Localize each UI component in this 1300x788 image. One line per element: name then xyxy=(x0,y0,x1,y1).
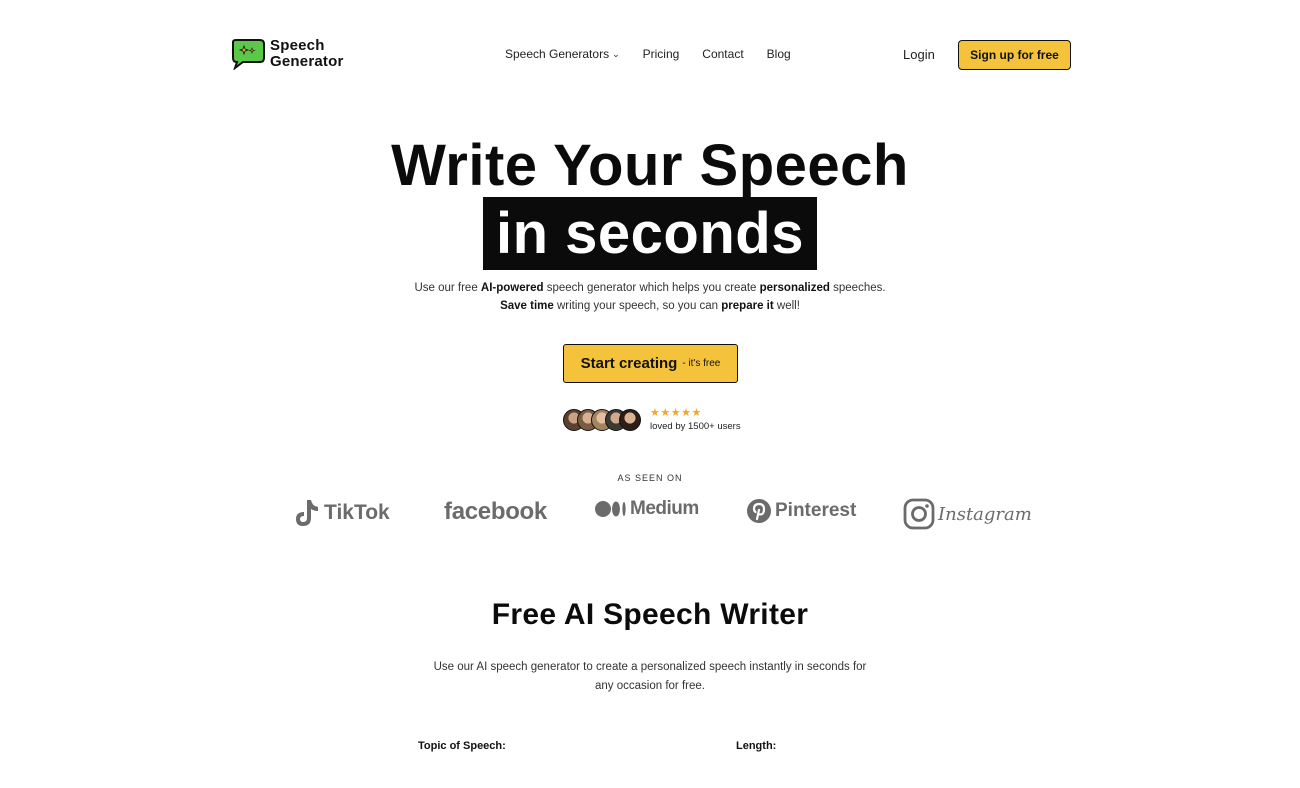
sub1-bold-ai: AI-powered xyxy=(480,282,544,294)
cta-sub-label: - it's free xyxy=(682,358,721,369)
hero-highlight-wrap: in seconds xyxy=(0,197,1300,270)
site-logo[interactable]: Speech Generator xyxy=(229,38,344,70)
login-link[interactable]: Login xyxy=(903,47,935,62)
sub1-bold-personalized: personalized xyxy=(759,282,830,294)
medium-logo: Medium xyxy=(595,498,699,520)
nav-pricing[interactable]: Pricing xyxy=(643,47,680,61)
nav-blog[interactable]: Blog xyxy=(767,47,791,61)
pinterest-logo: Pinterest xyxy=(746,498,856,524)
hero-highlight: in seconds xyxy=(483,197,817,270)
sub2-text-b: writing your speech, so you can xyxy=(553,300,722,312)
length-label: Length: xyxy=(736,740,777,752)
as-seen-on-label: AS SEEN ON xyxy=(617,473,683,483)
facebook-logo: facebook xyxy=(444,498,547,526)
hero-subtitle-line-1: Use our free AI-powered speech generator… xyxy=(0,282,1300,294)
hero-subtitle-line-2: Save time writing your speech, so you ca… xyxy=(0,300,1300,312)
logo-wordmark: Speech Generator xyxy=(270,38,344,70)
tiktok-icon xyxy=(293,498,321,528)
nav-speech-generators-label: Speech Generators xyxy=(505,47,610,61)
user-avatars xyxy=(563,408,641,431)
facebook-wordmark: facebook xyxy=(444,498,547,525)
speech-bubble-logo-icon xyxy=(232,39,265,70)
topic-of-speech-label: Topic of Speech: xyxy=(418,740,506,752)
sub1-text-c: speech generator which helps you create xyxy=(543,282,760,294)
sub1-text-a: Use our free xyxy=(414,282,481,294)
tiktok-logo: TikTok xyxy=(293,498,390,528)
sub2-bold-prepare: prepare it xyxy=(721,300,774,312)
nav-contact[interactable]: Contact xyxy=(702,47,743,61)
main-nav: Speech Generators ⌄ Pricing Contact Blog xyxy=(505,47,814,61)
pinterest-icon xyxy=(746,498,772,524)
tiktok-wordmark: TikTok xyxy=(324,501,390,524)
logo-line-2: Generator xyxy=(270,53,344,70)
section-desc-line-2: any occasion for free. xyxy=(595,680,705,692)
cta-main-label: Start creating xyxy=(580,355,678,372)
sub2-bold-save-time: Save time xyxy=(500,300,554,312)
social-proof: ★★★★★ loved by 1500+ users xyxy=(563,407,741,432)
signup-button[interactable]: Sign up for free xyxy=(958,40,1071,70)
loved-by-text: loved by 1500+ users xyxy=(650,421,741,432)
section-desc-line-1: Use our AI speech generator to create a … xyxy=(433,661,867,673)
instagram-icon xyxy=(903,498,935,530)
chevron-down-icon: ⌄ xyxy=(612,49,620,59)
instagram-logo: Instagram xyxy=(903,498,1032,530)
start-creating-button[interactable]: Start creating - it's free xyxy=(563,344,738,383)
hero-title: Write Your Speech xyxy=(391,133,909,198)
sub2-text-d: well! xyxy=(773,300,800,312)
medium-icon xyxy=(595,499,627,519)
medium-wordmark: Medium xyxy=(630,498,699,519)
rating-block: ★★★★★ loved by 1500+ users xyxy=(650,407,741,432)
sub1-text-e: speeches. xyxy=(829,282,886,294)
star-rating-icon: ★★★★★ xyxy=(650,407,702,419)
logo-line-1: Speech xyxy=(270,37,325,54)
avatar xyxy=(619,408,641,431)
section-title: Free AI Speech Writer xyxy=(491,598,809,631)
nav-speech-generators[interactable]: Speech Generators ⌄ xyxy=(505,47,620,61)
pinterest-wordmark: Pinterest xyxy=(775,500,857,521)
instagram-wordmark: Instagram xyxy=(938,503,1032,525)
